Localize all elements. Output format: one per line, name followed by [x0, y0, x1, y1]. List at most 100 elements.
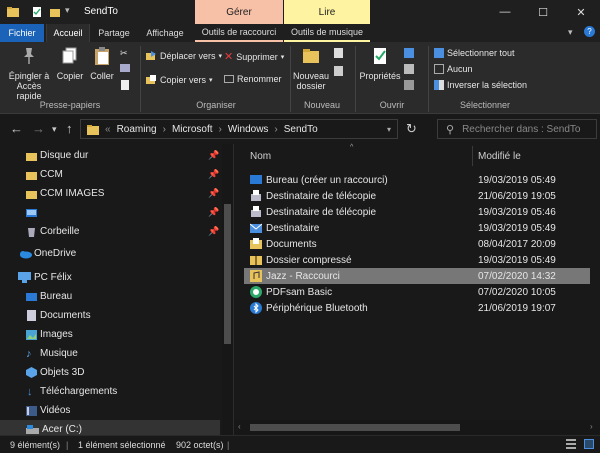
- breadcrumb-roaming[interactable]: Roaming: [117, 124, 157, 135]
- nav-item-disque-dur[interactable]: Disque dur 📌: [0, 146, 220, 165]
- minimize-button[interactable]: —: [486, 0, 524, 24]
- file-row[interactable]: Destinataire de télécopie 21/06/2019 19:…: [244, 188, 590, 204]
- nav-item-videos[interactable]: Vidéos: [0, 401, 220, 420]
- nav-item-corbeille[interactable]: Corbeille 📌: [0, 222, 220, 241]
- status-size: 902 octet(s): [176, 440, 224, 450]
- ctx-tab-gerer[interactable]: Gérer: [195, 0, 283, 24]
- quick-access-dropdown-icon[interactable]: ▾: [65, 5, 79, 19]
- maximize-button[interactable]: ☐: [524, 0, 562, 24]
- collapse-ribbon-icon[interactable]: ▾: [568, 27, 573, 38]
- scroll-right-icon[interactable]: ›: [590, 422, 593, 431]
- tab-outils-raccourci[interactable]: Outils de raccourci: [195, 24, 283, 42]
- nav-item-ccm-images[interactable]: CCM IMAGES 📌: [0, 184, 220, 203]
- tab-accueil[interactable]: Accueil: [46, 24, 90, 42]
- horizontal-scrollbar[interactable]: ‹ ›: [234, 420, 600, 435]
- select-all-button[interactable]: Sélectionner tout: [434, 48, 515, 58]
- tab-outils-musique[interactable]: Outils de musique: [284, 24, 370, 42]
- column-separator[interactable]: [472, 146, 473, 166]
- nav-item-telechargements[interactable]: ↓ Téléchargements: [0, 382, 220, 401]
- nav-item-ccm[interactable]: CCM 📌: [0, 165, 220, 184]
- nav-item-acer-c[interactable]: Acer (C:): [0, 420, 220, 435]
- cut-icon[interactable]: ✂: [120, 48, 128, 59]
- chevron-right-icon[interactable]: ›: [163, 124, 166, 135]
- column-header-modifie[interactable]: Modifié le: [478, 151, 521, 162]
- forward-arrow-icon[interactable]: →: [32, 121, 45, 136]
- close-button[interactable]: ✕: [562, 0, 600, 24]
- nav-item-unnamed[interactable]: 📌: [0, 203, 220, 222]
- nav-item-documents[interactable]: Documents: [0, 306, 220, 325]
- file-row[interactable]: PDFsam Basic 07/02/2020 10:05: [244, 284, 590, 300]
- file-row[interactable]: Documents 08/04/2017 20:09: [244, 236, 590, 252]
- back-arrow-icon[interactable]: ←: [10, 121, 23, 136]
- large-icons-view-icon[interactable]: [584, 439, 594, 449]
- nav-item-images[interactable]: Images: [0, 325, 220, 344]
- address-dropdown-icon[interactable]: ▾: [387, 125, 391, 134]
- pin-icon[interactable]: 📌: [208, 226, 219, 237]
- recent-dropdown-icon[interactable]: ▾: [52, 124, 57, 135]
- properties-button[interactable]: Propriétés: [358, 46, 402, 81]
- folder-icon: [26, 152, 37, 161]
- breadcrumb-microsoft[interactable]: Microsoft: [172, 124, 213, 135]
- group-label-nouveau: Nouveau: [303, 100, 341, 110]
- nav-item-onedrive[interactable]: OneDrive: [0, 244, 220, 263]
- details-view-icon[interactable]: [566, 439, 576, 449]
- copy-to-button[interactable]: Copier vers ▾: [146, 74, 213, 85]
- search-placeholder: Rechercher dans : SendTo: [462, 123, 581, 135]
- bluetooth-icon: [250, 302, 262, 314]
- overflow-crumbs-icon[interactable]: «: [105, 124, 111, 135]
- tab-fichier[interactable]: Fichier: [0, 24, 44, 42]
- rename-button[interactable]: Renommer: [224, 74, 282, 84]
- move-to-button[interactable]: Déplacer vers ▾: [146, 50, 222, 61]
- easy-access-icon[interactable]: [334, 66, 343, 76]
- file-row[interactable]: Dossier compressé 19/03/2019 05:49: [244, 252, 590, 268]
- invert-selection-button[interactable]: Inverser la sélection: [434, 80, 527, 90]
- address-bar[interactable]: « Roaming › Microsoft › Windows › SendTo…: [80, 119, 398, 139]
- select-none-button[interactable]: Aucun: [434, 64, 473, 74]
- paste-button[interactable]: Coller: [88, 46, 116, 81]
- paste-shortcut-icon[interactable]: [121, 80, 129, 90]
- nav-item-musique[interactable]: ♪ Musique: [0, 344, 220, 363]
- refresh-icon[interactable]: ↻: [406, 121, 417, 137]
- help-icon[interactable]: ?: [584, 26, 595, 37]
- breadcrumb-windows[interactable]: Windows: [228, 124, 269, 135]
- computer-icon: [18, 272, 31, 283]
- tab-partage[interactable]: Partage: [92, 24, 136, 42]
- history-icon[interactable]: [404, 80, 414, 90]
- file-row[interactable]: Bureau (créer un raccourci) 19/03/2019 0…: [244, 172, 590, 188]
- nav-item-objets-3d[interactable]: Objets 3D: [0, 363, 220, 382]
- file-row[interactable]: Destinataire de télécopie 19/03/2019 05:…: [244, 204, 590, 220]
- status-item-count: 9 élément(s): [10, 440, 61, 450]
- pin-icon[interactable]: 📌: [208, 169, 219, 180]
- file-row[interactable]: Destinataire 19/03/2019 05:49: [244, 220, 590, 236]
- column-header-nom[interactable]: Nom: [250, 151, 271, 162]
- pin-icon[interactable]: 📌: [208, 207, 219, 218]
- breadcrumb-sendto[interactable]: SendTo: [284, 124, 318, 135]
- nav-scrollbar-thumb[interactable]: [224, 204, 231, 344]
- nav-item-bureau[interactable]: Bureau: [0, 287, 220, 306]
- nav-item-pc-felix[interactable]: PC Félix: [0, 268, 220, 287]
- new-folder-quick-icon[interactable]: [48, 5, 62, 19]
- ctx-tab-lire[interactable]: Lire: [284, 0, 370, 24]
- pin-icon[interactable]: 📌: [208, 188, 219, 199]
- properties-quick-icon[interactable]: [30, 5, 44, 19]
- open-icon[interactable]: [404, 48, 414, 58]
- file-row[interactable]: Périphérique Bluetooth 21/06/2019 19:07: [244, 300, 590, 316]
- chevron-right-icon[interactable]: ›: [274, 124, 277, 135]
- edit-icon[interactable]: [404, 64, 414, 74]
- pin-icon[interactable]: 📌: [208, 150, 219, 161]
- up-arrow-icon[interactable]: ↑: [66, 121, 73, 136]
- tab-affichage[interactable]: Affichage: [138, 24, 192, 42]
- explorer-icon: [7, 7, 19, 17]
- nav-scrollbar[interactable]: [222, 144, 233, 435]
- scroll-left-icon[interactable]: ‹: [238, 422, 241, 431]
- copy-button[interactable]: Copier: [56, 46, 84, 81]
- new-item-icon[interactable]: [334, 48, 343, 58]
- delete-button[interactable]: ✕ Supprimer ▾: [224, 50, 284, 63]
- copy-path-icon[interactable]: [120, 64, 130, 72]
- pin-quick-access-button[interactable]: Épingler à Accès rapide: [4, 46, 54, 101]
- new-folder-button[interactable]: Nouveau dossier: [292, 46, 330, 91]
- chevron-right-icon[interactable]: ›: [219, 124, 222, 135]
- horizontal-scrollbar-thumb[interactable]: [250, 424, 460, 431]
- search-box[interactable]: ⚲ Rechercher dans : SendTo: [437, 119, 597, 139]
- file-row-selected[interactable]: Jazz - Raccourci 07/02/2020 14:32: [244, 268, 590, 284]
